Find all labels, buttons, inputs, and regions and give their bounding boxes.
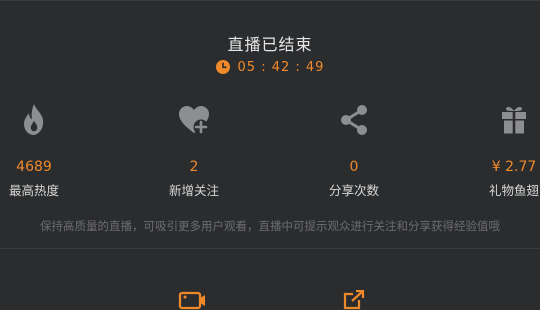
stat-value: 2 [189,159,199,175]
stat-share-count: 0 分享次数 [289,102,419,199]
heart-plus-icon [179,106,209,135]
stats-row: 4689 最高热度 2 新增关注 0 分享次数 ¥ 2.77 礼物鱼翅 [0,102,540,212]
flame-icon [24,104,44,135]
top-divider [0,0,540,1]
share-icon [341,105,367,135]
gift-icon [502,106,526,134]
stat-peak-heat: 4689 最高热度 [0,102,99,199]
stat-label: 分享次数 [328,183,379,198]
stat-label: 礼物鱼翅 [488,183,539,198]
clock-icon [215,60,230,74]
tip-text: 保持高质量的直播，可吸引更多用户观看，直播中可提示观众进行关注和分享获得经验值哦 [40,219,500,233]
duration-text: 05 : 42 : 49 [237,59,325,75]
stat-value: 0 [349,159,359,175]
page-title: 直播已结束 [227,35,313,54]
section-divider [0,248,540,249]
external-share-icon[interactable] [340,290,368,310]
stat-gift-income: ¥ 2.77 礼物鱼翅 [449,102,540,199]
stat-new-followers: 2 新增关注 [129,102,259,199]
stat-value: ¥ 2.77 [491,159,537,175]
stat-label: 新增关注 [168,183,219,198]
video-replay-icon[interactable] [178,290,206,310]
stat-label: 最高热度 [8,183,59,198]
stat-value: 4689 [16,159,52,175]
live-duration: 05 : 42 : 49 [0,58,540,76]
